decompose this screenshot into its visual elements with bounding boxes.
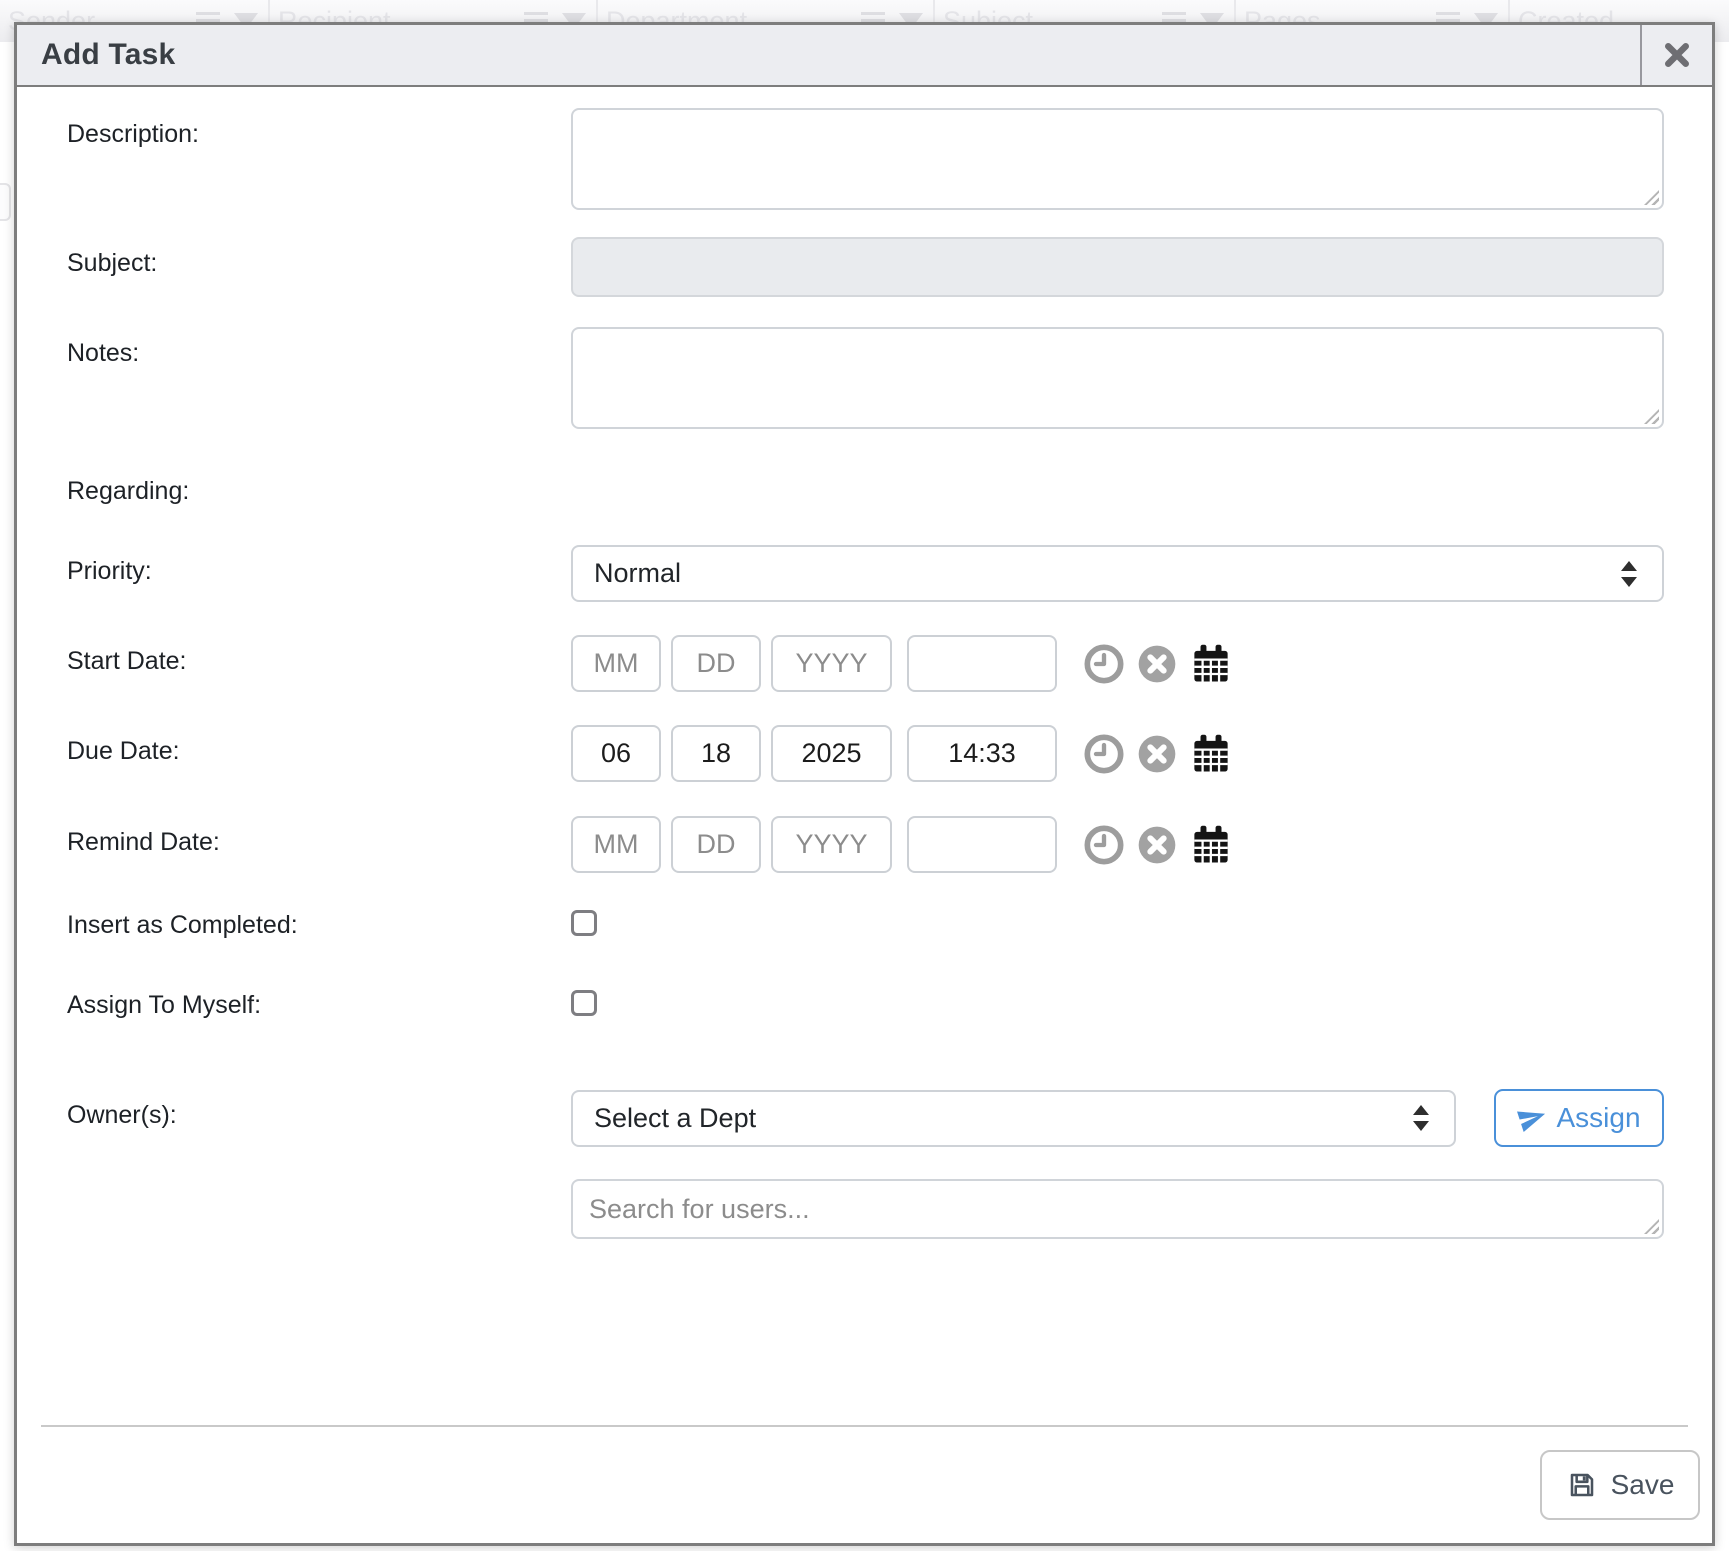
subject-row: Subject: xyxy=(67,237,1712,297)
insert-completed-row: Insert as Completed: xyxy=(67,905,1712,945)
dialog-title: Add Task xyxy=(17,25,1640,85)
priority-row: Priority: Normal xyxy=(67,545,1712,602)
regarding-row: Regarding: xyxy=(67,465,1712,505)
add-task-dialog: Add Task Description: Subject: Notes: xyxy=(14,22,1715,1546)
circle-x-icon xyxy=(1137,734,1177,774)
start-date-label: Start Date: xyxy=(67,635,571,676)
priority-label: Priority: xyxy=(67,545,571,586)
close-icon xyxy=(1662,40,1692,70)
insert-completed-label: Insert as Completed: xyxy=(67,911,571,940)
circle-x-icon xyxy=(1137,825,1177,865)
updown-arrows-icon xyxy=(1618,559,1640,589)
priority-select[interactable]: Normal xyxy=(571,545,1664,602)
calendar-icon xyxy=(1190,643,1232,685)
remind-calendar-picker-button[interactable] xyxy=(1190,824,1232,866)
user-search-input[interactable] xyxy=(571,1179,1664,1239)
remind-date-label: Remind Date: xyxy=(67,816,571,857)
dialog-header: Add Task xyxy=(17,25,1712,87)
owners-label: Owner(s): xyxy=(67,1089,571,1130)
assign-button-label: Assign xyxy=(1556,1102,1640,1134)
user-search-row xyxy=(67,1179,1712,1239)
calendar-icon xyxy=(1190,824,1232,866)
due-month-input[interactable] xyxy=(571,725,661,782)
close-button[interactable] xyxy=(1640,25,1712,85)
calendar-icon xyxy=(1190,733,1232,775)
start-calendar-picker-button[interactable] xyxy=(1190,643,1232,685)
due-time-input[interactable] xyxy=(907,725,1057,782)
insert-as-completed-checkbox[interactable] xyxy=(571,910,597,936)
due-date-row: Due Date: xyxy=(67,725,1712,782)
priority-selected-value: Normal xyxy=(594,558,681,589)
notes-row: Notes: xyxy=(67,327,1712,429)
start-time-input[interactable] xyxy=(907,635,1057,692)
regarding-label: Regarding: xyxy=(67,465,571,506)
subject-label: Subject: xyxy=(67,237,571,278)
notes-textarea[interactable] xyxy=(571,327,1664,429)
remind-time-picker-button[interactable] xyxy=(1084,825,1124,865)
description-row: Description: xyxy=(67,108,1712,210)
due-clear-date-button[interactable] xyxy=(1137,734,1177,774)
floppy-save-icon xyxy=(1566,1469,1598,1501)
remind-clear-date-button[interactable] xyxy=(1137,825,1177,865)
department-select[interactable]: Select a Dept xyxy=(571,1090,1456,1147)
assign-myself-row: Assign To Myself: xyxy=(67,985,1712,1025)
save-button[interactable]: Save xyxy=(1540,1450,1700,1520)
remind-time-input[interactable] xyxy=(907,816,1057,873)
start-time-picker-button[interactable] xyxy=(1084,644,1124,684)
clock-icon xyxy=(1084,644,1124,684)
background-partial-input xyxy=(0,183,11,221)
start-month-input[interactable] xyxy=(571,635,661,692)
clock-icon xyxy=(1084,825,1124,865)
updown-arrows-icon xyxy=(1410,1103,1432,1133)
paper-plane-icon xyxy=(1517,1103,1547,1133)
department-selected-value: Select a Dept xyxy=(594,1103,756,1134)
user-search-spacer xyxy=(67,1179,571,1191)
footer-divider xyxy=(41,1425,1688,1427)
due-date-label: Due Date: xyxy=(67,725,571,766)
due-day-input[interactable] xyxy=(671,725,761,782)
description-label: Description: xyxy=(67,108,571,149)
owners-row: Owner(s): Select a Dept Assign xyxy=(67,1089,1712,1147)
circle-x-icon xyxy=(1137,644,1177,684)
dialog-footer: Save xyxy=(67,1450,1700,1520)
assign-button[interactable]: Assign xyxy=(1494,1089,1664,1147)
clock-icon xyxy=(1084,734,1124,774)
start-day-input[interactable] xyxy=(671,635,761,692)
remind-date-row: Remind Date: xyxy=(67,816,1712,873)
subject-input xyxy=(571,237,1664,297)
assign-myself-label: Assign To Myself: xyxy=(67,991,571,1020)
due-time-picker-button[interactable] xyxy=(1084,734,1124,774)
notes-label: Notes: xyxy=(67,327,571,368)
start-date-row: Start Date: xyxy=(67,635,1712,692)
due-calendar-picker-button[interactable] xyxy=(1190,733,1232,775)
dialog-body: Description: Subject: Notes: xyxy=(17,87,1712,1520)
remind-day-input[interactable] xyxy=(671,816,761,873)
assign-to-myself-checkbox[interactable] xyxy=(571,990,597,1016)
due-year-input[interactable] xyxy=(771,725,892,782)
remind-month-input[interactable] xyxy=(571,816,661,873)
remind-year-input[interactable] xyxy=(771,816,892,873)
description-textarea[interactable] xyxy=(571,108,1664,210)
start-clear-date-button[interactable] xyxy=(1137,644,1177,684)
start-year-input[interactable] xyxy=(771,635,892,692)
save-button-label: Save xyxy=(1611,1469,1675,1501)
